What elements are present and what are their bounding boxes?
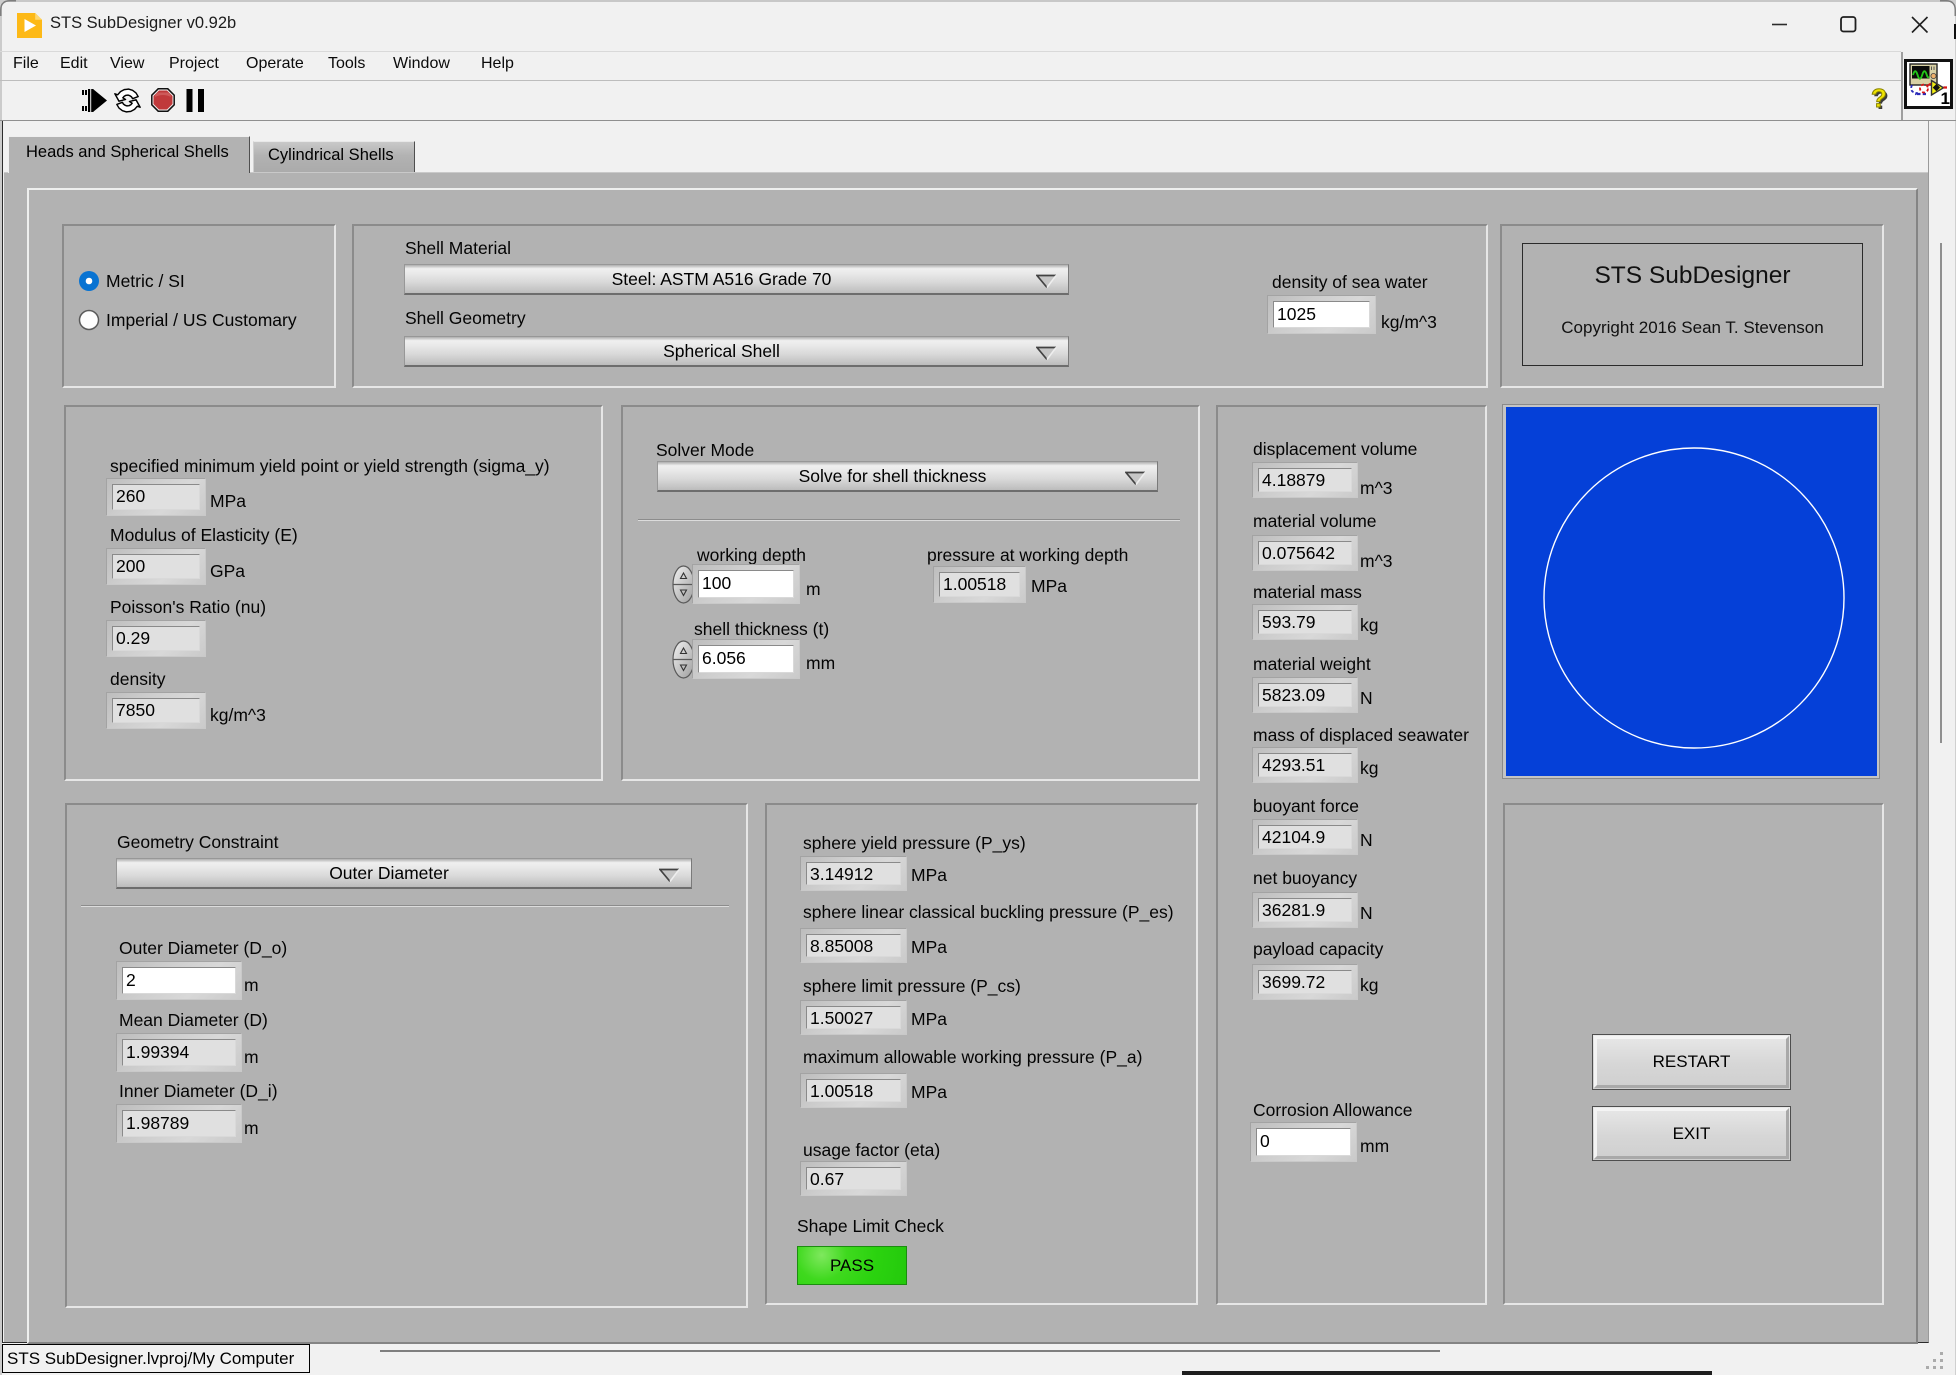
svg-text:1: 1 [1941,89,1950,106]
